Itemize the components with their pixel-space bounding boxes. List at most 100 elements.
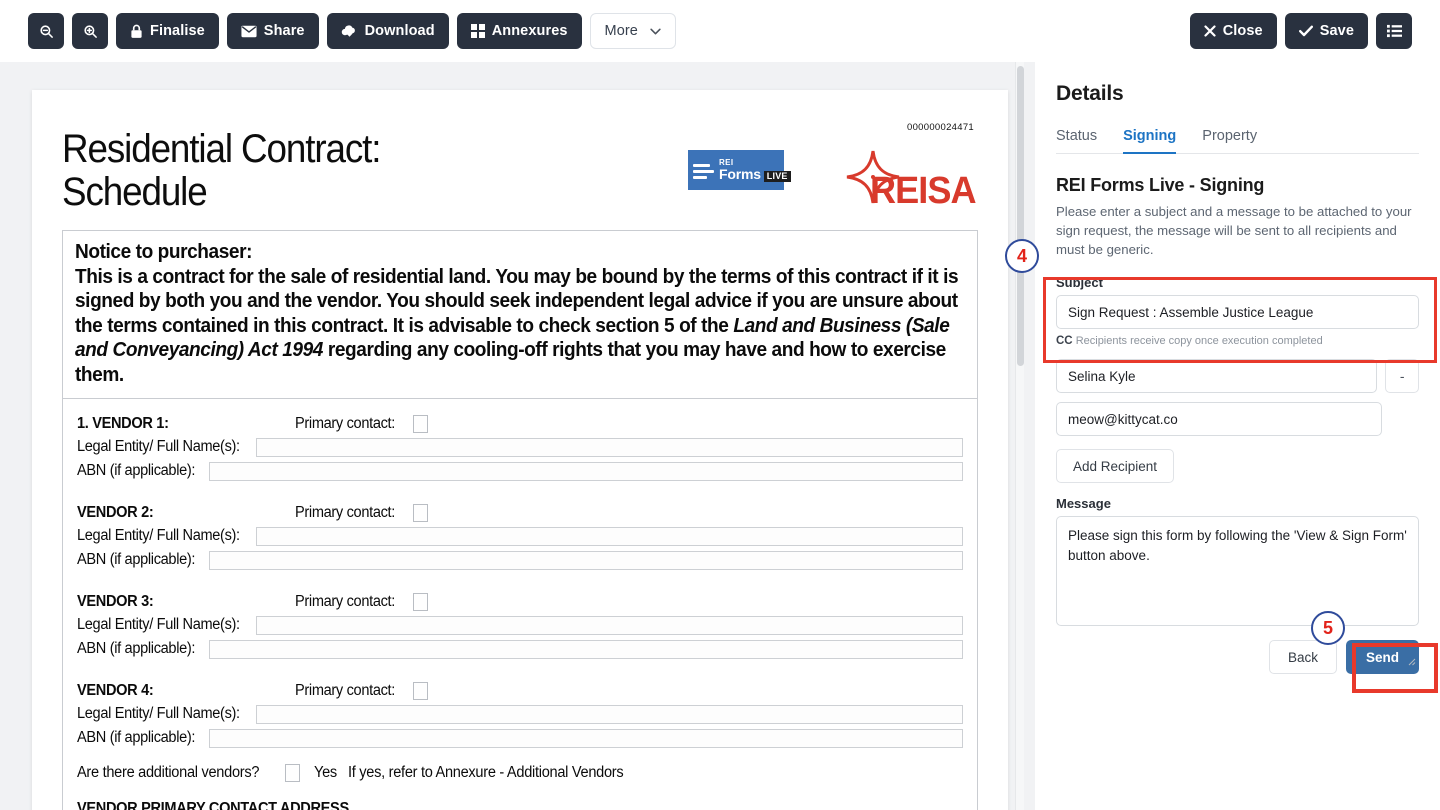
rfl-forms-label: Forms [719,165,761,182]
vendor-4-name-input[interactable] [256,704,963,724]
document-title: Residential Contract: Schedule [62,127,382,215]
divider-spacer [77,486,963,500]
share-button[interactable]: Share [226,13,319,49]
zoom-out-button[interactable] [28,13,64,49]
close-label: Close [1222,23,1263,39]
recipient-email-input[interactable]: meow@kittycat.co [1056,402,1382,437]
download-button[interactable]: Download [326,13,449,49]
document-header: Residential Contract: Schedule REI Forms… [62,112,978,222]
subject-group: Subject Sign Request : Assemble Justice … [1056,275,1419,347]
vendor-3-name-label: Legal Entity/ Full Name(s): [77,616,240,634]
document-scrollbar-thumb[interactable] [1017,66,1024,366]
textarea-resize-grip[interactable] [1406,613,1416,666]
vendor-2-name-input[interactable] [256,526,963,546]
vendor-1-name-input[interactable] [256,437,963,457]
step-badge-4: 4 [1005,239,1039,273]
vendor-3-primary-contact-checkbox[interactable] [413,592,429,611]
vendor-1-header-row: 1. VENDOR 1: Primary contact: [77,414,963,433]
add-recipient-row: Add Recipient [1056,449,1419,484]
vendor-1-abn-input[interactable] [208,461,963,481]
subject-input[interactable]: Sign Request : Assemble Justice League [1056,295,1419,330]
notice-heading: Notice to purchaser: [75,240,253,263]
check-icon [1298,25,1313,37]
panel-tabs: Status Signing Property [1056,128,1419,154]
vendor-4-abn-row: ABN (if applicable): [77,728,963,748]
list-icon [1386,24,1402,38]
additional-vendors-question: Are there additional vendors? [77,763,260,781]
more-button[interactable]: More [589,13,676,49]
vendor-3-abn-row: ABN (if applicable): [77,639,963,659]
toolbar-left-group: Finalise Share Download Annexures More [28,13,676,49]
remove-recipient-button[interactable]: - [1385,359,1419,394]
vendor-1-primary-contact-checkbox[interactable] [413,414,429,433]
vendor-4-name-label: Legal Entity/ Full Name(s): [77,705,240,723]
share-label: Share [263,23,305,39]
vendor-4-primary-contact-label: Primary contact: [295,681,395,699]
vendor-4-header-row: VENDOR 4: Primary contact: [77,681,963,700]
close-icon [1204,25,1216,37]
annexures-label: Annexures [491,23,568,39]
finalise-button[interactable]: Finalise [116,13,219,49]
additional-vendors-checkbox[interactable] [284,763,300,782]
finalise-label: Finalise [150,23,205,39]
rfl-live-label: LIVE [763,170,791,182]
vendor-2-primary-contact-checkbox[interactable] [413,503,429,522]
vendor-3-abn-label: ABN (if applicable): [77,640,196,658]
panel-actions: Back Send [1056,640,1419,675]
more-label: More [604,23,638,39]
document-scrollbar[interactable] [1015,62,1024,810]
notice-body: This is a contract for the sale of resid… [75,265,965,388]
additional-vendors-row: Are there additional vendors? Yes If yes… [77,763,963,782]
vendor-4-name-row: Legal Entity/ Full Name(s): [77,704,963,724]
zoom-in-icon [83,24,98,39]
recipient-email-row: meow@kittycat.co [1056,402,1382,437]
vendor-4-heading: VENDOR 4: [77,681,154,699]
signing-section-heading: REI Forms Live - Signing [1056,175,1265,195]
message-label: Message [1056,496,1111,512]
annexures-button[interactable]: Annexures [456,13,582,49]
vendor-2-abn-input[interactable] [208,550,963,570]
tab-signing[interactable]: Signing [1123,128,1177,154]
tab-property[interactable]: Property [1202,128,1257,153]
recipient-name-input[interactable]: Selina Kyle [1056,359,1378,394]
vendor-3-abn-input[interactable] [208,639,963,659]
vendor-4-abn-label: ABN (if applicable): [77,729,196,747]
vendor-2-name-label: Legal Entity/ Full Name(s): [77,527,240,545]
vendor-1-abn-label: ABN (if applicable): [77,462,196,480]
vendor-3-heading: VENDOR 3: [77,592,154,610]
lock-icon [130,24,143,39]
details-panel: Details Status Signing Property REI Form… [1035,62,1440,810]
additional-vendors-hint: If yes, refer to Annexure - Additional V… [348,763,624,781]
vendor-1-heading: 1. VENDOR 1: [77,414,169,432]
tab-status[interactable]: Status [1056,128,1097,153]
page-title: Details [1056,82,1124,105]
grid-icon [470,24,485,38]
subject-label: Subject [1056,275,1103,291]
vendor-2-abn-row: ABN (if applicable): [77,550,963,570]
message-textarea[interactable]: Please sign this form by following the '… [1056,516,1419,666]
vendor-primary-contact-address-title: VENDOR PRIMARY CONTACT ADDRESS [77,799,349,810]
add-recipient-button[interactable]: Add Recipient [1056,449,1175,484]
chevron-down-icon [650,28,661,35]
save-label: Save [1319,23,1354,39]
vendor-3-name-row: Legal Entity/ Full Name(s): [77,615,963,635]
zoom-in-button[interactable] [72,13,108,49]
save-button[interactable]: Save [1284,13,1368,49]
vendor-3-name-input[interactable] [256,615,963,635]
additional-vendors-yes-label: Yes [313,763,337,781]
document-title-line2: Schedule [62,170,208,215]
back-button[interactable]: Back [1268,640,1337,675]
document-viewport[interactable]: 000000024471 Residential Contract: Sched… [0,62,1024,810]
vendor-form-section: 1. VENDOR 1: Primary contact: Legal Enti… [62,398,978,810]
close-button[interactable]: Close [1189,13,1277,49]
zoom-out-icon [39,24,54,39]
vendor-4-abn-input[interactable] [208,728,963,748]
vendor-4-primary-contact-checkbox[interactable] [413,681,429,700]
vendor-2-name-row: Legal Entity/ Full Name(s): [77,526,963,546]
menu-button[interactable] [1376,13,1412,49]
workspace: 000000024471 Residential Contract: Sched… [0,62,1440,810]
cc-note: CC Recipients receive copy once executio… [1056,335,1419,347]
notice-to-purchaser-box: Notice to purchaser: This is a contract … [62,230,978,399]
cc-text: Recipients receive copy once execution c… [1075,335,1323,348]
envelope-icon [241,25,257,38]
